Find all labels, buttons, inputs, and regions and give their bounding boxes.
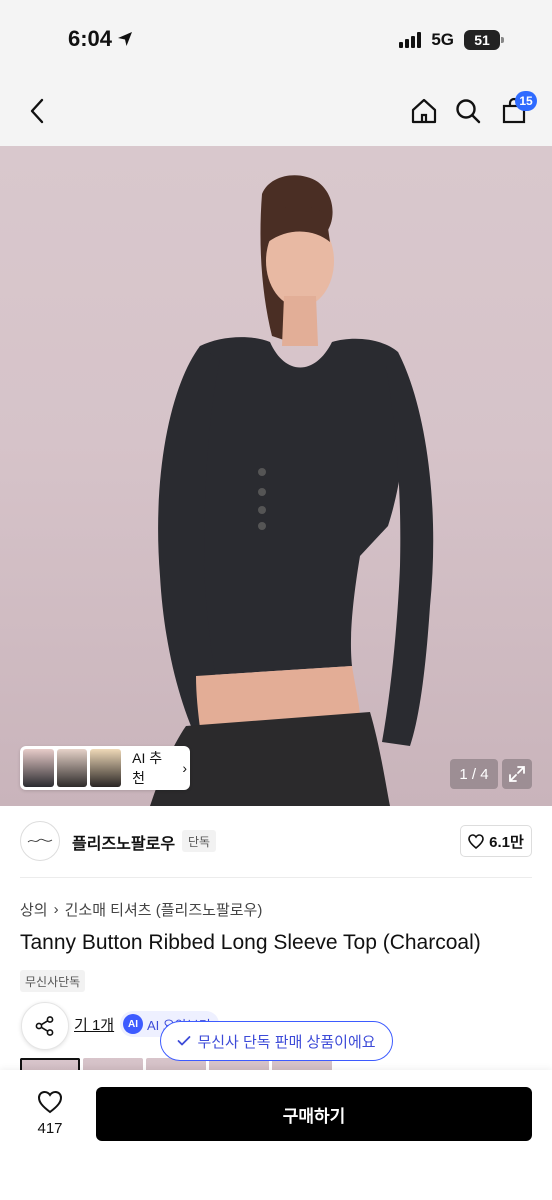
ai-recommend-thumb [90,749,122,787]
brand-like-button[interactable]: 6.1만 [460,825,532,857]
app-header: 15 [0,84,552,146]
heart-icon [468,833,484,849]
heart-icon [37,1090,63,1114]
chevron-right-icon: › [53,901,59,918]
ai-recommend-button[interactable]: AI 추천 › [20,746,190,790]
divider [20,877,532,878]
breadcrumb-subcategory[interactable]: 긴소매 티셔츠 (플리즈노팔로우) [65,899,263,920]
product-photo [150,175,434,806]
cellular-signal-icon [399,32,422,48]
buy-button[interactable]: 구매하기 [96,1087,532,1141]
cart-count-badge: 15 [515,91,537,111]
cart-button[interactable]: 15 [497,91,537,128]
review-count-link[interactable]: 기 1개 [74,1014,114,1035]
brand-name[interactable]: 플리즈노팔로우 [72,830,175,854]
ai-recommend-label: AI 추천 [132,750,163,786]
exclusive-badge: 무신사단독 [20,970,86,992]
search-button[interactable] [451,94,485,128]
expand-icon [509,766,525,782]
toast-text: 무신사 단독 판매 상품이에요 [197,1033,376,1051]
network-type: 5G [431,30,454,49]
check-icon [178,1036,191,1046]
search-icon [456,99,481,124]
brand-exclusive-tag: 단독 [182,830,217,852]
breadcrumb-category[interactable]: 상의 [20,899,48,920]
wishlist-count: 417 [37,1120,63,1137]
wishlist-button[interactable]: 417 [26,1090,74,1140]
brand-logo-mark [27,838,53,843]
share-button[interactable] [21,1002,69,1050]
share-icon [35,1016,54,1036]
location-arrow-icon [118,32,133,46]
status-bar: 6:04 5G 51 [0,0,552,84]
battery-level: 51 [474,32,490,48]
exclusive-toast: 무신사 단독 판매 상품이에요 [160,1021,393,1061]
ai-recommend-thumb [23,749,54,787]
chevron-right-icon: › [182,760,187,776]
home-button[interactable] [407,94,441,128]
chevron-left-icon [30,98,44,124]
expand-image-button[interactable] [502,759,532,789]
bottom-action-bar: 417 구매하기 [0,1070,552,1200]
status-time: 6:04 [68,26,134,52]
image-page-counter: 1 / 4 [450,759,498,789]
status-time-text: 6:04 [68,26,113,51]
brand-logo[interactable] [20,821,60,861]
breadcrumb: 상의 › 긴소매 티셔츠 (플리즈노팔로우) [20,899,262,920]
battery-icon: 51 [464,30,504,50]
brand-like-count: 6.1만 [489,833,524,851]
product-image-gallery[interactable]: AI 추천 › 1 / 4 [0,146,552,806]
status-indicators: 5G 51 [399,30,504,50]
back-button[interactable] [22,96,52,126]
product-title: Tanny Button Ribbed Long Sleeve Top (Cha… [20,931,481,954]
ai-recommend-thumb [56,749,88,787]
ai-icon: AI [123,1014,143,1034]
home-icon [411,98,437,124]
